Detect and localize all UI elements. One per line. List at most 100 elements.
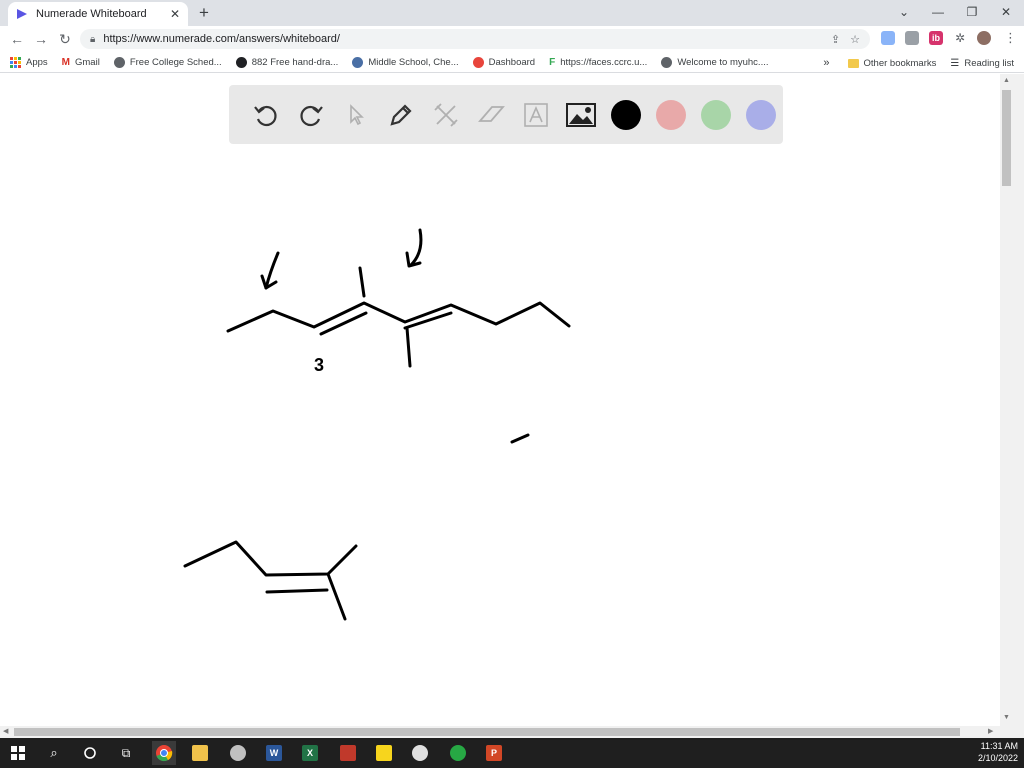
restore-button[interactable]: ❐ (960, 3, 984, 21)
site-icon (235, 57, 247, 68)
file-explorer-icon[interactable] (188, 741, 212, 765)
undo-icon[interactable] (243, 92, 288, 137)
molecule-lower-chain (183, 540, 358, 577)
bookmark-label: Apps (26, 57, 48, 68)
app-icon[interactable] (336, 741, 360, 765)
folder-icon (847, 58, 859, 68)
task-view-icon[interactable]: ⧉ (114, 741, 138, 765)
bookmark-gmail[interactable]: M Gmail (62, 57, 100, 68)
extension-icon[interactable] (905, 31, 919, 45)
vertical-scrollbar-thumb[interactable] (1002, 90, 1011, 186)
arrow-right (409, 228, 423, 267)
globe-icon (113, 57, 125, 68)
site-icon (472, 57, 484, 68)
extension-docs-icon[interactable] (881, 31, 895, 45)
color-green-swatch[interactable] (701, 99, 731, 130)
scroll-left-icon[interactable]: ◀ (3, 727, 8, 735)
powerpoint-icon[interactable]: P (482, 741, 506, 765)
profile-avatar[interactable] (977, 31, 991, 45)
tab-title: Numerade Whiteboard (36, 8, 147, 20)
methyl-branch-bottom (405, 326, 412, 368)
redo-icon[interactable] (288, 92, 333, 137)
annotation-number: 3 (314, 355, 324, 375)
bookmark-star-icon[interactable]: ☆ (850, 33, 860, 46)
cortana-icon[interactable] (78, 741, 102, 765)
molecule-upper-chain (226, 301, 571, 333)
pointer-icon[interactable] (333, 92, 378, 137)
bookmarks-overflow-button[interactable]: » (823, 57, 829, 69)
url-text[interactable]: https://www.numerade.com/answers/whitebo… (103, 33, 821, 45)
browser-tab[interactable]: Numerade Whiteboard ✕ (8, 2, 188, 26)
bookmark-hand-drawn[interactable]: 882 Free hand-dra... (235, 57, 339, 68)
windows-start-icon[interactable] (6, 741, 30, 765)
address-bar[interactable]: 🔒︎ https://www.numerade.com/answers/whit… (80, 29, 870, 49)
clock-date: 2/10/2022 (977, 753, 1018, 763)
scroll-down-icon[interactable]: ▼ (1003, 714, 1010, 721)
extensions-puzzle-icon[interactable]: ✲ (953, 31, 967, 45)
bookmark-label: Gmail (75, 57, 100, 68)
app-icon[interactable] (446, 741, 470, 765)
reading-list-label: Reading list (964, 57, 1014, 69)
bookmark-label: Welcome to myuhc.... (677, 57, 769, 68)
chrome-icon[interactable] (152, 741, 176, 765)
tools-icon[interactable] (423, 92, 468, 137)
site-icon (352, 57, 364, 68)
word-icon[interactable]: W (262, 741, 286, 765)
bookmark-apps[interactable]: Apps (10, 57, 48, 68)
bookmark-label: 882 Free hand-dra... (251, 57, 339, 68)
bookmarks-right: » Other bookmarks ☰ Reading list (823, 53, 1014, 73)
site-icon: F (549, 57, 556, 68)
bookmark-myuhc[interactable]: Welcome to myuhc.... (661, 57, 769, 68)
whiteboard-toolbar (229, 85, 783, 144)
other-bookmarks[interactable]: Other bookmarks (847, 57, 937, 69)
double-bond-line (319, 311, 368, 336)
close-tab-icon[interactable]: ✕ (170, 7, 180, 21)
pen-icon[interactable] (378, 92, 423, 137)
bookmark-label: https://faces.ccrc.u... (560, 57, 648, 68)
snip-icon[interactable] (226, 741, 250, 765)
system-clock[interactable]: 11:31 AM 2/10/2022 (968, 740, 1018, 764)
apps-grid-icon (10, 57, 21, 68)
lock-icon: 🔒︎ (90, 33, 96, 45)
stray-mark (510, 433, 530, 444)
scroll-up-icon[interactable]: ▲ (1003, 77, 1010, 84)
clock-time: 11:31 AM (980, 741, 1018, 751)
methyl-branch-top (358, 266, 366, 298)
share-icon[interactable]: ⇪ (831, 33, 840, 46)
clock-app-icon[interactable] (408, 741, 432, 765)
sticky-notes-icon[interactable] (372, 741, 396, 765)
color-pink-swatch[interactable] (656, 99, 686, 130)
scroll-right-icon[interactable]: ▶ (988, 727, 993, 735)
color-blue-swatch[interactable] (746, 99, 776, 130)
back-icon[interactable]: ← (8, 30, 26, 48)
drawing-layer: 3 (183, 228, 571, 621)
other-bookmarks-label: Other bookmarks (863, 57, 937, 69)
reading-list[interactable]: ☰ Reading list (950, 58, 1014, 69)
menu-icon[interactable]: ⋮ (1004, 30, 1017, 46)
tab-search-icon[interactable]: ⌄ (892, 3, 916, 21)
eraser-icon[interactable] (468, 92, 513, 137)
extension-ib-icon[interactable]: ib (929, 31, 943, 45)
minimize-button[interactable]: — (926, 3, 950, 21)
new-tab-button[interactable]: + (194, 3, 214, 23)
bookmark-faces[interactable]: F https://faces.ccrc.u... (549, 57, 647, 68)
search-icon[interactable]: ⌕ (42, 741, 66, 765)
reading-list-icon: ☰ (950, 57, 960, 69)
double-bond-line (265, 588, 329, 594)
reload-icon[interactable]: ↻ (56, 30, 74, 48)
bookmark-dashboard[interactable]: Dashboard (472, 57, 536, 68)
text-icon[interactable] (513, 92, 558, 137)
bookmark-college-schedule[interactable]: Free College Sched... (113, 57, 222, 68)
bookmark-middle-school[interactable]: Middle School, Che... (352, 57, 459, 68)
forward-icon[interactable]: → (32, 30, 50, 48)
numerade-logo-icon (17, 9, 27, 19)
close-window-button[interactable]: ✕ (994, 3, 1018, 21)
color-black-swatch[interactable] (611, 99, 641, 130)
image-icon[interactable] (558, 92, 603, 137)
bookmark-label: Free College Sched... (129, 57, 222, 68)
horizontal-scrollbar-thumb[interactable] (14, 728, 960, 736)
excel-icon[interactable]: X (298, 741, 322, 765)
bookmark-label: Dashboard (488, 57, 536, 68)
bookmarks-bar: Apps M Gmail Free College Sched... 882 F… (0, 53, 1024, 73)
globe-icon (661, 57, 673, 68)
